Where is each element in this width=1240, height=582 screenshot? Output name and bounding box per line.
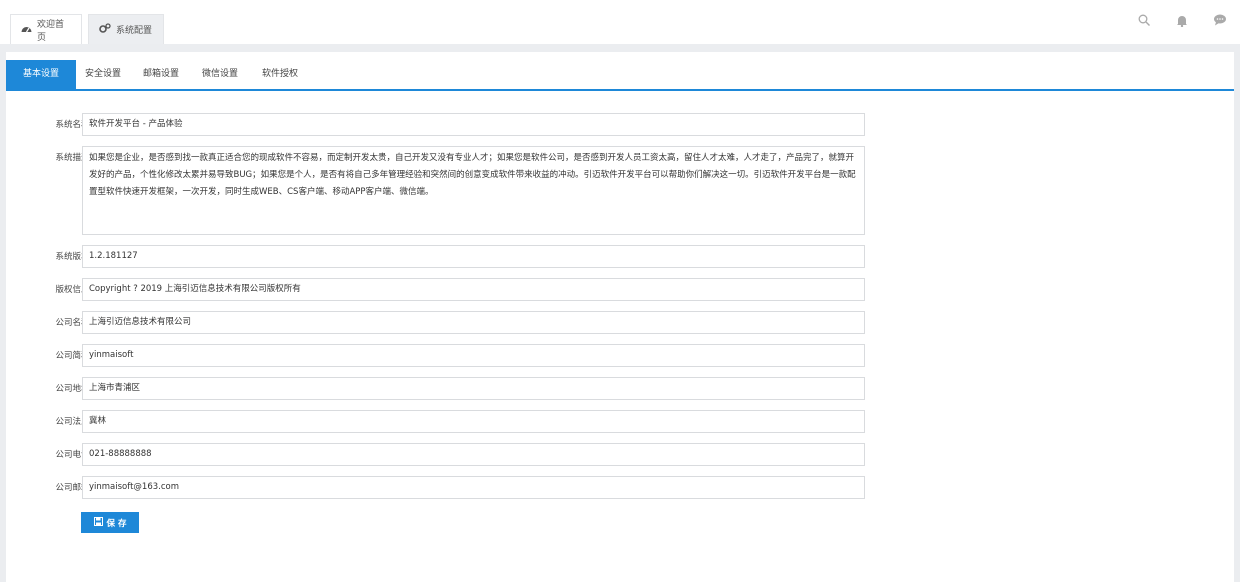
chat-icon[interactable] bbox=[1212, 12, 1228, 28]
settings-panel: 基本设置 安全设置 邮箱设置 微信设置 软件授权 系统名称： 软件开发平台 - … bbox=[6, 52, 1234, 582]
tab-system-config[interactable]: 系统配置 bbox=[88, 14, 164, 44]
tab-welcome-home[interactable]: 欢迎首页 bbox=[10, 14, 82, 44]
top-bar: 欢迎首页 系统配置 bbox=[0, 0, 1240, 44]
tab-label: 欢迎首页 bbox=[37, 19, 65, 43]
company-short-name-input[interactable]: yinmaisoft bbox=[82, 344, 865, 367]
gears-icon bbox=[99, 23, 111, 36]
legal-representative-input[interactable]: 冀林 bbox=[82, 410, 865, 433]
dashboard-icon bbox=[21, 24, 32, 36]
tab-software-license[interactable]: 软件授权 bbox=[253, 60, 307, 89]
tab-security-settings[interactable]: 安全设置 bbox=[76, 60, 130, 89]
system-description-textarea[interactable]: 如果您是企业，是否感到找一款真正适合您的现成软件不容易，而定制开发太贵，自己开发… bbox=[82, 146, 865, 235]
tab-wechat-settings[interactable]: 微信设置 bbox=[193, 60, 247, 89]
system-version-input[interactable]: 1.2.181127 bbox=[82, 245, 865, 268]
company-phone-input[interactable]: 021-88888888 bbox=[82, 443, 865, 466]
tab-label: 系统配置 bbox=[116, 26, 153, 36]
save-label: 保 存 bbox=[106, 518, 127, 529]
company-address-input[interactable]: 上海市青浦区 bbox=[82, 377, 865, 400]
save-button[interactable]: 保 存 bbox=[81, 512, 139, 533]
floppy-disk-icon bbox=[93, 516, 103, 529]
header-icons bbox=[1136, 12, 1228, 28]
company-name-input[interactable]: 上海引迈信息技术有限公司 bbox=[82, 311, 865, 334]
search-icon[interactable] bbox=[1136, 12, 1152, 28]
copyright-input[interactable]: Copyright ? 2019 上海引迈信息技术有限公司版权所有 bbox=[82, 278, 865, 301]
tab-basic-settings[interactable]: 基本设置 bbox=[6, 60, 76, 89]
bell-icon[interactable] bbox=[1174, 12, 1190, 28]
tab-email-settings[interactable]: 邮箱设置 bbox=[134, 60, 188, 89]
settings-tabs: 基本设置 安全设置 邮箱设置 微信设置 软件授权 bbox=[6, 60, 1234, 91]
company-email-input[interactable]: yinmaisoft@163.com bbox=[82, 476, 865, 499]
system-name-input[interactable]: 软件开发平台 - 产品体验 bbox=[82, 113, 865, 136]
